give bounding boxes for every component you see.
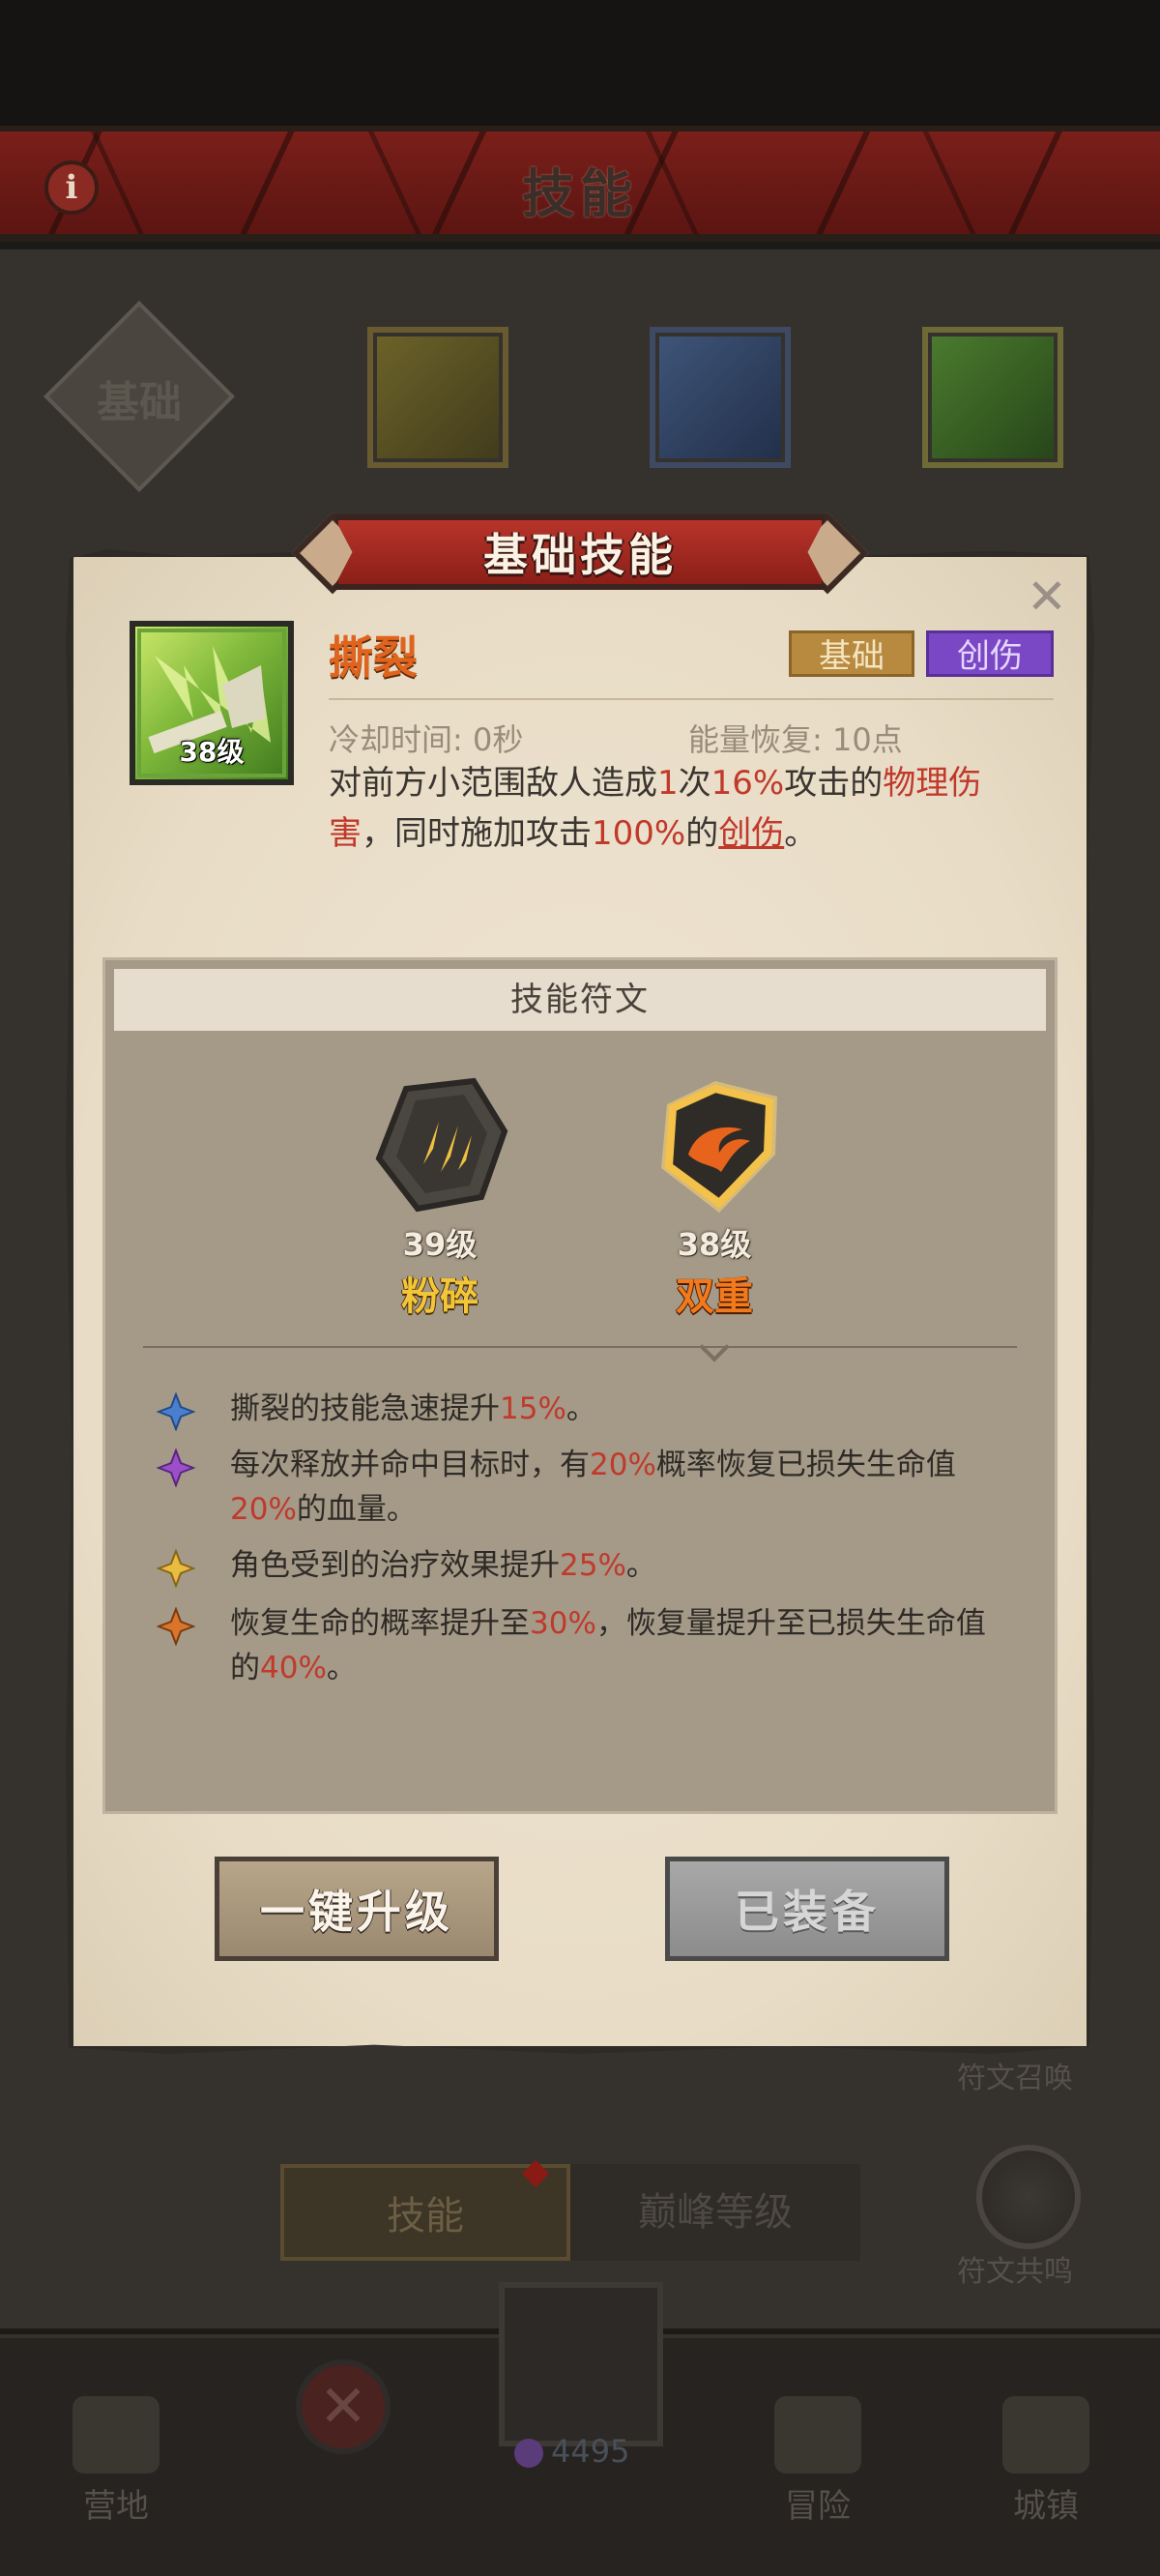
currency-amount: 4495 [551,2433,630,2470]
rune-shatter-name: 粉碎 [401,1274,478,1319]
bleed-link[interactable]: 创伤 [718,814,784,853]
purple-star-icon [157,1449,195,1487]
gold-star-icon [157,1549,195,1588]
skill-icon: 38级 [130,621,294,785]
tab-basic-label: 基础 [97,378,182,427]
tent-icon [72,2396,160,2474]
rune-effect: 每次释放并命中目标时，有20%概率恢复已损失生命值20%的血量。 [157,1443,1007,1532]
rune-double[interactable] [642,1071,787,1216]
nav-adventure-label: 冒险 [785,2487,851,2526]
fire-rune-icon [661,1081,777,1213]
rune-summon-button[interactable]: 符文召唤 [957,2054,1073,2096]
cooldown-stat: 冷却时间: 0秒 [329,721,524,758]
castle-icon [1002,2396,1089,2474]
skill-description: 对前方小范围敌人造成1次16%攻击的物理伤害，同时施加攻击100%的创伤。 [329,764,982,853]
divider [329,698,1054,700]
skill-slot-3[interactable] [922,327,1063,468]
rune-divider [143,1346,1017,1348]
nav-town[interactable]: 城镇 [969,2396,1123,2527]
tab-peak-level[interactable]: 巅峰等级 [570,2164,860,2261]
rune-effect: 角色受到的治疗效果提升25%。 [157,1543,1007,1588]
close-icon[interactable]: ✕ [1023,572,1071,621]
dialog-title: 基础技能 [483,529,677,581]
dialog-banner: 基础技能 [290,507,870,598]
map-icon [774,2396,861,2474]
rune-section-title: 技能符文 [114,969,1046,1031]
energy-stat: 能量恢复: 10点 [688,721,903,758]
rune-resonance-label[interactable]: 符文共鸣 [957,2247,1073,2290]
blue-star-icon [157,1392,195,1431]
skill-level: 38级 [179,736,245,768]
rune-shatter-level: 39级 [402,1226,478,1263]
rune-effect: 撕裂的技能急速提升15%。 [157,1387,1007,1431]
tag-bleed: 创伤 [926,630,1054,677]
rune-effect: 恢复生命的概率提升至30%，恢复量提升至已损失生命值的40%。 [157,1601,1007,1690]
equipped-button[interactable]: 已装备 [665,1857,949,1961]
status-bar [0,0,1160,126]
nav-adventure[interactable]: 冒险 [740,2396,895,2527]
page-header: i 技能 [0,126,1160,242]
nav-town-label: 城镇 [1013,2487,1079,2526]
skill-slot-1[interactable] [367,327,508,468]
rune-double-level: 38级 [677,1226,752,1263]
page-title: 技能 [522,163,638,224]
orange-star-icon [157,1607,195,1646]
tag-basic: 基础 [789,630,914,677]
nav-skill-center[interactable] [499,2282,663,2446]
nav-camp[interactable]: 营地 [39,2396,193,2527]
nav-camp-label: 营地 [83,2487,149,2526]
gem-icon [514,2439,543,2468]
rune-double-name: 双重 [676,1274,753,1319]
bottom-tabs: 技能 巅峰等级 [280,2159,860,2261]
skill-name: 撕裂 [329,631,418,684]
rune-resonance-icon[interactable] [976,2145,1081,2249]
skill-slot-2[interactable] [650,327,791,468]
one-click-upgrade-button[interactable]: 一键升级 [215,1857,499,1961]
currency-display: 4495 [514,2433,629,2470]
crossed-swords-icon[interactable]: ✕ [296,2359,391,2454]
rune-shatter[interactable] [367,1071,512,1216]
claw-rune-icon [375,1077,508,1213]
